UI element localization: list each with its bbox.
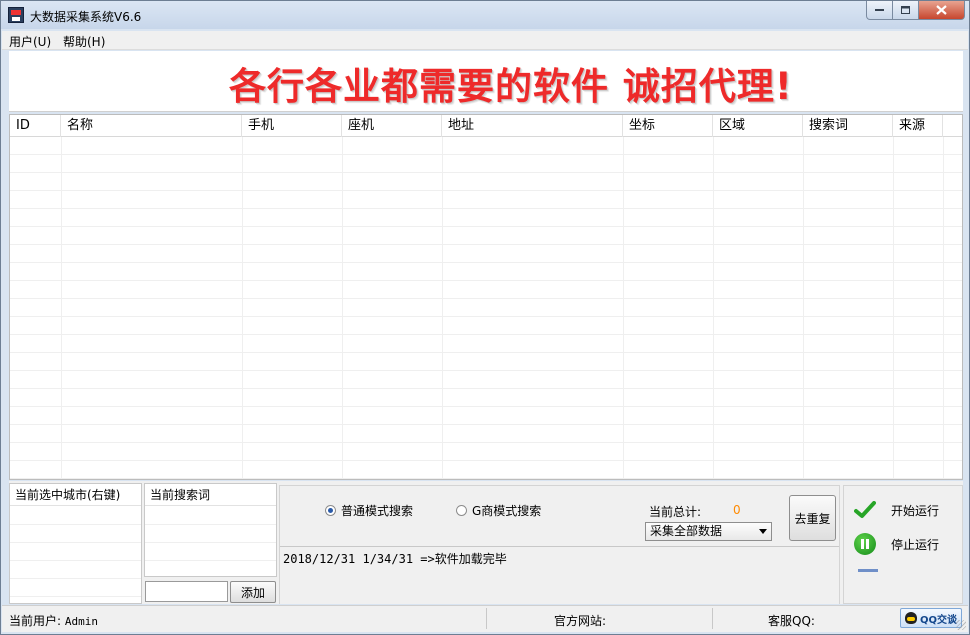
stop-label: 停止运行 [891, 537, 940, 552]
bottom-area: 当前选中城市(右键) 当前搜索词 添加 普通模式搜索 G商模式搜索 当前总计: [9, 481, 963, 604]
run-control-panel: 开始运行 停止运行 [843, 485, 963, 604]
status-bar: 当前用户: Admin 官方网站: 客服QQ: QQ交谈 [2, 605, 968, 632]
list-line [10, 524, 141, 525]
search-options-panel: 普通模式搜索 G商模式搜索 当前总计: 0 采集全部数据 去重复 2018/12… [279, 485, 840, 604]
app-window: 大数据采集系统V6.6 用户(U) 帮助(H) 各行各业都需要的软件 诚招代理!… [0, 0, 970, 635]
log-line: 2018/12/31 1/34/31 =>软件加载完毕 [283, 552, 507, 566]
close-button[interactable] [919, 1, 965, 20]
table-row[interactable] [10, 317, 962, 335]
table-row[interactable] [10, 425, 962, 443]
table-row[interactable] [10, 461, 962, 479]
status-user-value: Admin [64, 615, 98, 628]
pause-icon [854, 533, 876, 555]
qq-chat-button[interactable]: QQ交谈 [900, 608, 962, 628]
add-keyword-button[interactable]: 添加 [230, 581, 276, 603]
column-header-region[interactable]: 区域 [713, 115, 803, 137]
table-row[interactable] [10, 335, 962, 353]
column-header-mobile[interactable]: 手机 [242, 115, 342, 137]
minimize-icon [874, 9, 884, 11]
table-row[interactable] [10, 173, 962, 191]
status-user-label: 当前用户: [9, 614, 62, 628]
column-header-keyword[interactable]: 搜索词 [803, 115, 893, 137]
maximize-icon [900, 5, 910, 14]
radio-unchecked-icon [456, 505, 467, 516]
status-site-label[interactable]: 官方网站: [554, 612, 606, 629]
column-header-source[interactable]: 来源 [893, 115, 943, 137]
radio-g-label: G商模式搜索 [472, 504, 542, 518]
total-count: 0 [733, 503, 741, 517]
table-row[interactable] [10, 155, 962, 173]
table-row[interactable] [10, 245, 962, 263]
city-panel[interactable]: 当前选中城市(右键) [9, 483, 142, 604]
list-line [145, 542, 276, 543]
column-header-landline[interactable]: 座机 [342, 115, 442, 137]
column-header-coordinates[interactable]: 坐标 [623, 115, 713, 137]
column-header-address[interactable]: 地址 [442, 115, 623, 137]
menu-user[interactable]: 用户(U) [9, 33, 51, 50]
radio-normal-label: 普通模式搜索 [341, 504, 414, 518]
list-line [10, 542, 141, 543]
table-row[interactable] [10, 353, 962, 371]
keyword-panel-header: 当前搜索词 [145, 484, 276, 506]
table-row[interactable] [10, 263, 962, 281]
table-row[interactable] [10, 389, 962, 407]
ad-banner: 各行各业都需要的软件 诚招代理! [9, 51, 963, 112]
qq-icon [904, 612, 917, 624]
app-icon[interactable] [8, 7, 24, 23]
table-row[interactable] [10, 137, 962, 155]
menu-help[interactable]: 帮助(H) [63, 33, 105, 50]
table-row[interactable] [10, 227, 962, 245]
dropdown-arrow-icon [759, 529, 767, 534]
list-line [145, 524, 276, 525]
resize-grip[interactable] [956, 620, 966, 630]
minimize-button[interactable] [866, 1, 893, 20]
menu-bar: 用户(U) 帮助(H) [2, 31, 968, 50]
table-row[interactable] [10, 191, 962, 209]
table-row[interactable] [10, 299, 962, 317]
city-panel-header: 当前选中城市(右键) [10, 484, 141, 506]
start-label: 开始运行 [891, 503, 940, 518]
start-button[interactable]: 开始运行 [854, 499, 939, 521]
collect-scope-select[interactable]: 采集全部数据 [645, 522, 772, 541]
total-label: 当前总计: [649, 505, 702, 519]
window-title: 大数据采集系统V6.6 [30, 10, 142, 24]
results-table[interactable]: ID 名称 手机 座机 地址 坐标 区域 搜索词 来源 [9, 114, 963, 480]
list-line [10, 578, 141, 579]
close-icon [936, 5, 947, 15]
dedupe-button[interactable]: 去重复 [789, 495, 836, 541]
status-divider [712, 608, 713, 629]
maximize-button[interactable] [893, 1, 919, 20]
list-line [10, 560, 141, 561]
list-line [10, 596, 141, 597]
radio-g-mode[interactable]: G商模式搜索 [456, 502, 541, 519]
window-controls [866, 1, 965, 21]
table-row[interactable] [10, 209, 962, 227]
collect-scope-value: 采集全部数据 [650, 524, 723, 538]
status-divider [486, 608, 487, 629]
stop-button[interactable]: 停止运行 [854, 533, 939, 555]
table-row[interactable] [10, 443, 962, 461]
progress-indicator [858, 569, 878, 572]
table-row[interactable] [10, 281, 962, 299]
column-header-id[interactable]: ID [10, 115, 61, 137]
banner-text: 各行各业都需要的软件 诚招代理! [229, 65, 793, 108]
table-row[interactable] [10, 407, 962, 425]
keyword-input[interactable] [145, 581, 228, 602]
keyword-panel[interactable]: 当前搜索词 [144, 483, 277, 577]
table-row[interactable] [10, 371, 962, 389]
table-header: ID 名称 手机 座机 地址 坐标 区域 搜索词 来源 [10, 115, 962, 137]
radio-normal-mode[interactable]: 普通模式搜索 [325, 502, 413, 519]
list-line [145, 560, 276, 561]
status-qq-label: 客服QQ: [768, 614, 815, 628]
status-user: 当前用户: Admin [9, 612, 98, 629]
radio-checked-icon [325, 505, 336, 516]
check-icon [854, 499, 876, 521]
qq-chat-label: QQ交谈 [919, 614, 957, 626]
column-header-name[interactable]: 名称 [61, 115, 242, 137]
log-output[interactable]: 2018/12/31 1/34/31 =>软件加载完毕 [280, 546, 839, 604]
title-bar[interactable]: 大数据采集系统V6.6 [1, 1, 969, 29]
